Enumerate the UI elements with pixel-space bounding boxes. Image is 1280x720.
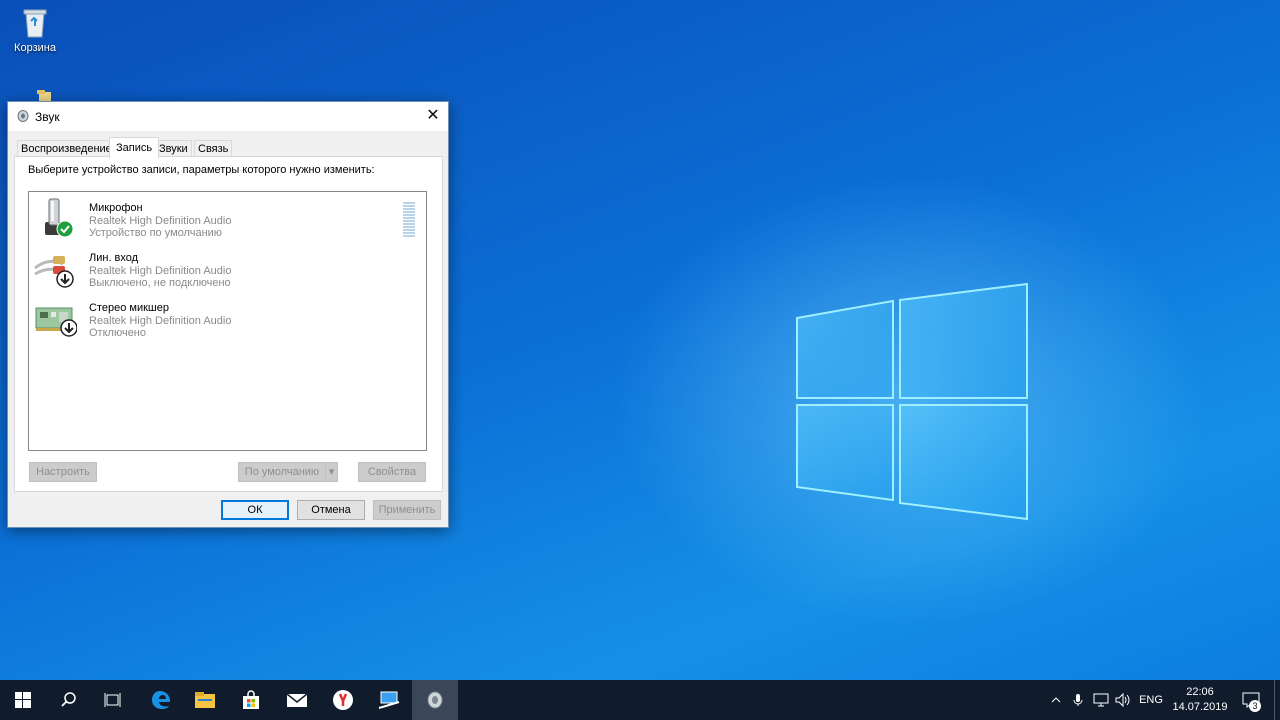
yandex-browser-icon [333, 690, 353, 710]
device-list[interactable]: Микрофон Realtek High Definition Audio У… [28, 191, 427, 451]
folder-icon [37, 90, 51, 102]
device-status: Выключено, не подключено [89, 277, 231, 289]
sound-card-icon [35, 307, 77, 337]
tab-sounds[interactable]: Звуки [155, 140, 192, 157]
device-driver: Realtek High Definition Audio [89, 315, 232, 327]
show-desktop-button[interactable] [1274, 680, 1280, 720]
tab-label: Связь [198, 143, 229, 155]
tray-microphone[interactable] [1068, 680, 1088, 720]
notification-count-badge: 3 [1249, 700, 1261, 712]
start-button[interactable] [0, 680, 46, 720]
set-default-dropdown-button[interactable]: ▾ [325, 462, 338, 482]
taskbar-mail[interactable] [274, 680, 320, 720]
recording-panel: Выберите устройство записи, параметры ко… [14, 156, 443, 492]
task-view-icon [104, 693, 121, 707]
device-name: Стерео микшер [89, 302, 169, 314]
tray-chevron[interactable] [1046, 680, 1066, 720]
tray-network[interactable] [1090, 680, 1112, 720]
file-explorer-icon [195, 692, 215, 708]
start-icon [15, 692, 31, 708]
ok-button[interactable]: ОК [221, 500, 289, 520]
device-driver: Realtek High Definition Audio [89, 265, 232, 277]
device-name: Лин. вход [89, 252, 139, 264]
taskbar-sound-settings[interactable] [412, 680, 458, 720]
volume-icon [1115, 693, 1130, 707]
properties-button[interactable]: Свойства [358, 462, 426, 482]
sound-settings-icon [427, 691, 443, 709]
microphone-icon [45, 198, 74, 238]
network-icon [1093, 693, 1109, 707]
taskbar-remote-desktop[interactable] [366, 680, 412, 720]
remote-desktop-icon [378, 691, 400, 709]
dialog-titlebar[interactable]: Звук ✕ [8, 102, 448, 131]
sound-speaker-icon [17, 110, 29, 122]
taskbar: ENG 22:06 14.07.2019 3 [0, 680, 1280, 720]
tab-recording[interactable]: Запись [109, 137, 160, 158]
cancel-button[interactable]: Отмена [297, 500, 365, 520]
device-driver: Realtek High Definition Audio [89, 215, 232, 227]
chevron-up-icon [1051, 697, 1061, 703]
configure-button[interactable]: Настроить [29, 462, 97, 482]
taskbar-yandex-browser[interactable] [320, 680, 366, 720]
sound-dialog: Звук ✕ Воспроизведение Запись Звуки Связ… [7, 101, 449, 528]
panel-description: Выберите устройство записи, параметры ко… [28, 164, 375, 176]
tab-communications[interactable]: Связь [194, 140, 233, 157]
taskbar-store[interactable] [228, 680, 274, 720]
input-level-meter [403, 202, 415, 238]
device-item-microphone[interactable]: Микрофон Realtek High Definition Audio У… [29, 194, 415, 242]
device-status: Устройство по умолчанию [89, 227, 223, 239]
clock[interactable]: 22:06 14.07.2019 [1170, 680, 1230, 720]
desktop-icon-folder[interactable] [5, 88, 65, 102]
taskbar-file-explorer[interactable] [182, 680, 228, 720]
tab-playback[interactable]: Воспроизведение [17, 140, 116, 157]
language-indicator[interactable]: ENG [1136, 680, 1166, 720]
tray-volume[interactable] [1112, 680, 1134, 720]
set-default-button[interactable]: По умолчанию [238, 462, 326, 482]
apply-button[interactable]: Применить [373, 500, 441, 520]
device-name: Микрофон [89, 202, 143, 214]
store-icon [243, 690, 259, 709]
taskbar-edge[interactable] [138, 680, 184, 720]
desktop-icon-recycle-bin[interactable]: Корзина [5, 5, 65, 54]
mail-icon [286, 693, 308, 707]
chevron-down-icon: ▾ [328, 466, 335, 478]
tab-label: Запись [116, 142, 153, 154]
clock-time: 22:06 [1186, 686, 1214, 698]
action-center-button[interactable]: 3 [1236, 680, 1266, 720]
microphone-icon [1073, 694, 1083, 706]
task-view-button[interactable] [90, 680, 136, 720]
search-icon [61, 692, 76, 707]
tab-label: Звуки [159, 143, 188, 155]
device-status: Отключено [89, 327, 146, 339]
tab-label: Воспроизведение [21, 143, 112, 155]
dialog-title: Звук [35, 110, 60, 124]
desktop-icon-label: Корзина [14, 42, 56, 54]
line-in-icon [34, 256, 74, 288]
close-icon: ✕ [426, 107, 440, 124]
clock-date: 14.07.2019 [1172, 701, 1228, 713]
recycle-bin-icon [23, 9, 47, 38]
edge-icon [152, 691, 170, 709]
search-button[interactable] [46, 680, 92, 720]
device-item-line-in[interactable]: Лин. вход Realtek High Definition Audio … [29, 244, 409, 292]
device-item-stereo-mix[interactable]: Стерео микшер Realtek High Definition Au… [29, 294, 409, 342]
default-check-icon [56, 220, 74, 238]
close-button[interactable]: ✕ [418, 102, 448, 131]
